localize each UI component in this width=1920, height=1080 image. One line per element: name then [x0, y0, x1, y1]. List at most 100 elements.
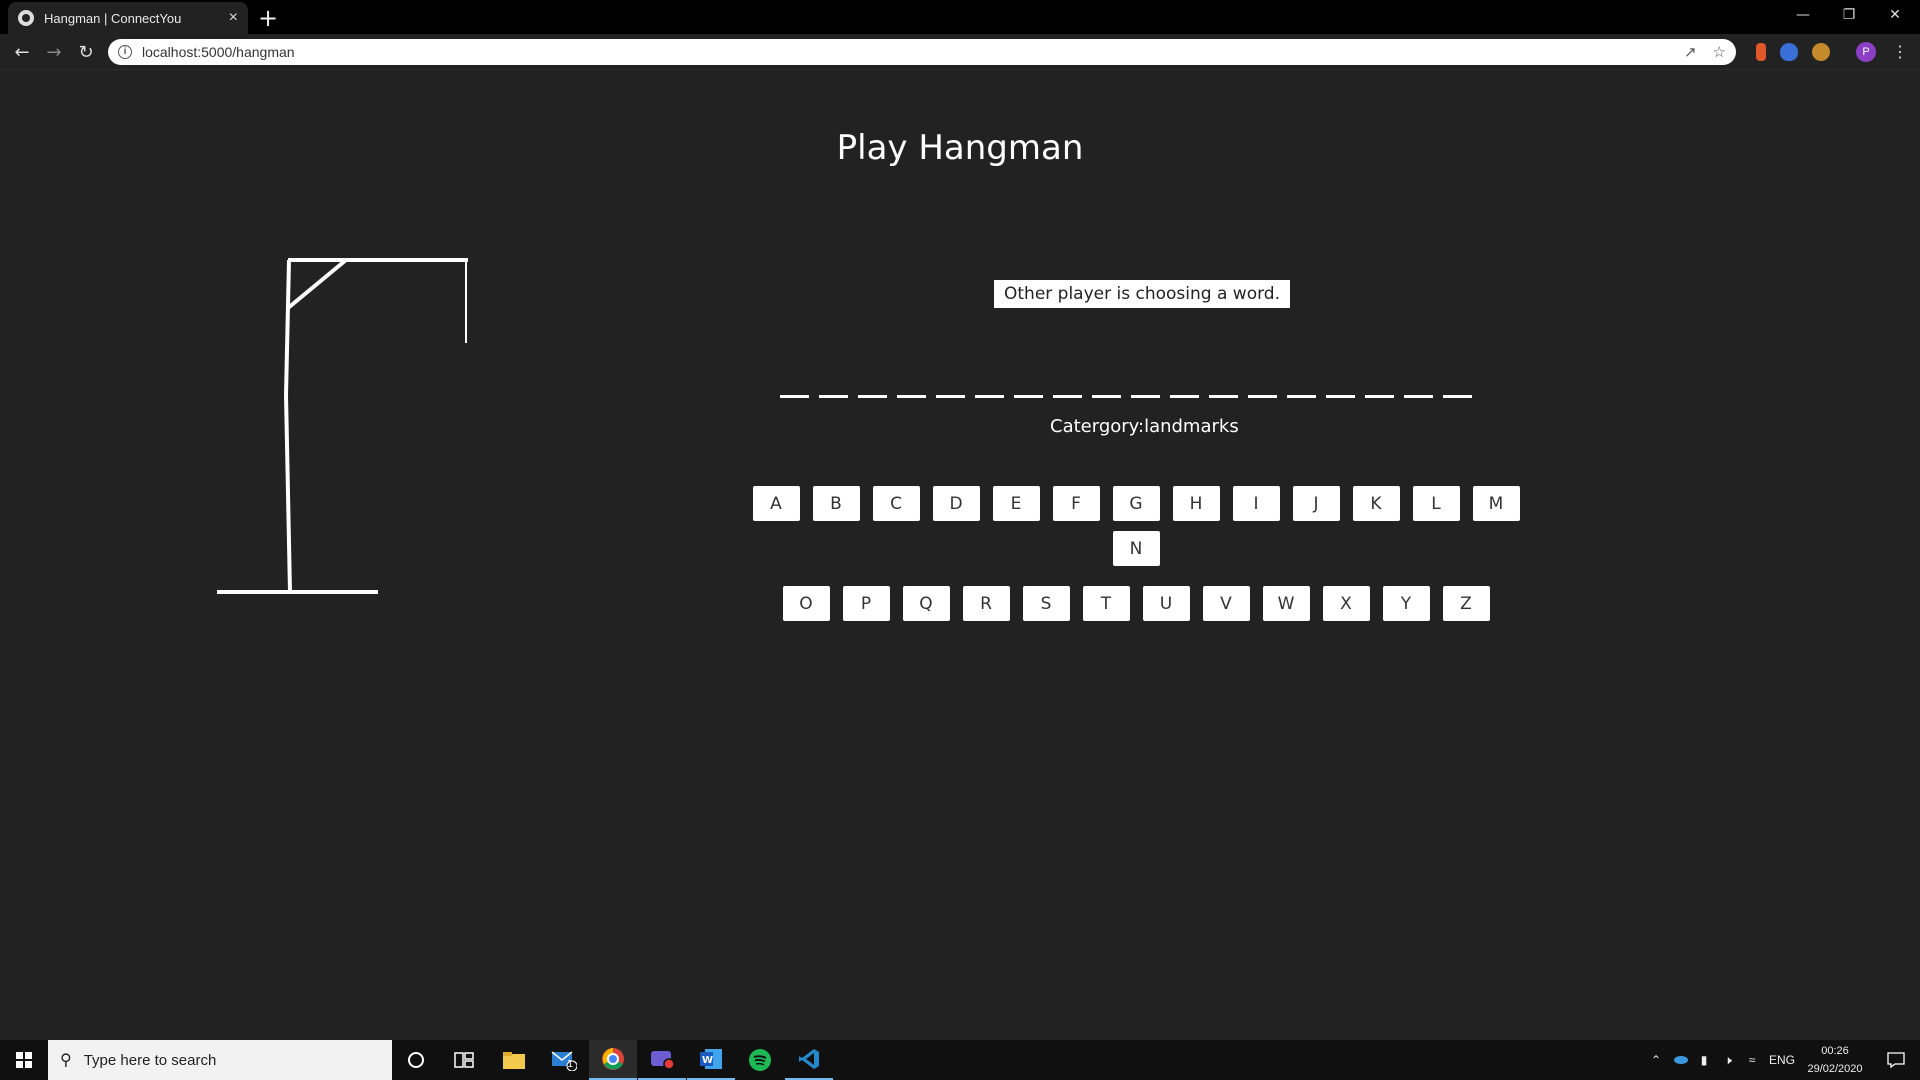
- letter-button-g[interactable]: G: [1112, 486, 1160, 521]
- word-icon[interactable]: W: [687, 1040, 735, 1080]
- letter-blank: [975, 395, 1004, 398]
- gallows-pole-lower: [284, 394, 292, 593]
- file-explorer-icon[interactable]: [490, 1040, 538, 1080]
- letter-keyboard: ABCDEFGHIJKLM N OPQRSTUVWXYZ: [724, 486, 1548, 621]
- wifi-icon[interactable]: ≈: [1740, 1053, 1764, 1067]
- minimize-button[interactable]: —: [1780, 0, 1826, 30]
- letter-button-l[interactable]: L: [1412, 486, 1460, 521]
- letter-blank: [1404, 395, 1433, 398]
- page-title: Play Hangman: [836, 128, 1084, 168]
- letter-button-k[interactable]: K: [1352, 486, 1400, 521]
- letter-button-w[interactable]: W: [1262, 586, 1310, 621]
- url-text: localhost:5000/hangman: [142, 44, 295, 60]
- address-bar[interactable]: i localhost:5000/hangman ↗ ☆: [108, 39, 1736, 65]
- letter-blank: [897, 395, 926, 398]
- letter-button-c[interactable]: C: [872, 486, 920, 521]
- tray-overflow-icon[interactable]: ⌃: [1644, 1053, 1668, 1067]
- letter-button-q[interactable]: Q: [902, 586, 950, 621]
- onedrive-icon[interactable]: [1668, 1053, 1692, 1067]
- letter-button-r[interactable]: R: [962, 586, 1010, 621]
- category-line: Catergory:landmarks: [1050, 416, 1239, 437]
- letter-blank: [1326, 395, 1355, 398]
- task-view-icon[interactable]: [440, 1040, 488, 1080]
- extension-icon-2[interactable]: [1780, 43, 1798, 61]
- letter-button-f[interactable]: F: [1052, 486, 1100, 521]
- letter-blank: [1365, 395, 1394, 398]
- spotify-icon[interactable]: [736, 1040, 784, 1080]
- volume-icon[interactable]: 🕨: [1716, 1053, 1740, 1068]
- letter-button-x[interactable]: X: [1322, 586, 1370, 621]
- category-value: landmarks: [1144, 416, 1239, 437]
- word-blanks: [780, 395, 1472, 398]
- system-tray: ⌃ ▮ 🕨 ≈ ENG: [1644, 1040, 1800, 1080]
- letter-button-b[interactable]: B: [812, 486, 860, 521]
- forward-button[interactable]: →: [42, 40, 66, 64]
- extension-icon-3[interactable]: [1812, 43, 1830, 61]
- letter-blank: [1014, 395, 1043, 398]
- tab-close-button[interactable]: ×: [229, 9, 238, 27]
- svg-text:W: W: [702, 1055, 713, 1066]
- letter-button-t[interactable]: T: [1082, 586, 1130, 621]
- letter-button-u[interactable]: U: [1142, 586, 1190, 621]
- taskbar-search-box[interactable]: ⚲ Type here to search: [48, 1040, 392, 1080]
- category-label: Catergory:: [1050, 416, 1145, 437]
- gallows-pole-upper: [284, 259, 291, 396]
- browser-tab-bar: Hangman | ConnectYou × + — ❐ ✕: [0, 0, 1920, 34]
- browser-toolbar: ← → ↻ i localhost:5000/hangman ↗ ☆ P ⋮: [0, 34, 1920, 70]
- notifications-icon[interactable]: [1872, 1040, 1920, 1080]
- taskbar-clock[interactable]: 00:26 29/02/2020: [1795, 1042, 1875, 1078]
- reload-button[interactable]: ↻: [74, 40, 98, 64]
- vscode-icon[interactable]: [785, 1040, 833, 1080]
- letter-button-a[interactable]: A: [752, 486, 800, 521]
- search-placeholder: Type here to search: [83, 1051, 217, 1069]
- mail-badge: 1: [567, 1059, 574, 1070]
- globe-icon: [18, 10, 34, 26]
- back-button[interactable]: ←: [10, 40, 34, 64]
- letter-blank: [1443, 395, 1472, 398]
- browser-tab[interactable]: Hangman | ConnectYou ×: [8, 2, 248, 34]
- extension-icon-1[interactable]: [1756, 43, 1766, 61]
- letter-button-y[interactable]: Y: [1382, 586, 1430, 621]
- letter-blank: [1248, 395, 1277, 398]
- new-tab-button[interactable]: +: [258, 4, 278, 32]
- gallows-brace: [286, 258, 348, 310]
- status-message: Other player is choosing a word.: [994, 280, 1290, 308]
- windows-start-icon[interactable]: [0, 1040, 48, 1080]
- letter-button-n[interactable]: N: [1112, 531, 1160, 566]
- browser-menu-icon[interactable]: ⋮: [1892, 42, 1908, 61]
- letter-blank: [1053, 395, 1082, 398]
- clock-date: 29/02/2020: [1807, 1063, 1863, 1075]
- info-icon[interactable]: i: [118, 45, 132, 59]
- close-window-button[interactable]: ✕: [1872, 0, 1918, 30]
- letter-button-j[interactable]: J: [1292, 486, 1340, 521]
- open-in-app-icon[interactable]: ↗: [1684, 43, 1697, 61]
- cortana-icon[interactable]: [392, 1040, 440, 1080]
- letter-blank: [1287, 395, 1316, 398]
- chrome-icon[interactable]: [589, 1040, 637, 1080]
- windows-taskbar: ⚲ Type here to search 1 W ⌃ ▮ 🕨 ≈ ENG 00…: [0, 1040, 1920, 1080]
- tab-title: Hangman | ConnectYou: [44, 10, 182, 26]
- letter-blank: [1170, 395, 1199, 398]
- letter-blank: [819, 395, 848, 398]
- letter-button-e[interactable]: E: [992, 486, 1040, 521]
- screen-recorder-icon[interactable]: [638, 1040, 686, 1080]
- restore-button[interactable]: ❐: [1826, 0, 1872, 30]
- letter-blank: [936, 395, 965, 398]
- letter-button-h[interactable]: H: [1172, 486, 1220, 521]
- bookmark-star-icon[interactable]: ☆: [1713, 43, 1726, 61]
- letter-blank: [1209, 395, 1238, 398]
- letter-button-p[interactable]: P: [842, 586, 890, 621]
- mail-icon[interactable]: 1: [540, 1040, 588, 1080]
- letter-button-s[interactable]: S: [1022, 586, 1070, 621]
- profile-avatar[interactable]: P: [1856, 42, 1876, 62]
- letter-blank: [1131, 395, 1160, 398]
- letter-button-i[interactable]: I: [1232, 486, 1280, 521]
- letter-button-m[interactable]: M: [1472, 486, 1520, 521]
- letter-button-v[interactable]: V: [1202, 586, 1250, 621]
- letter-button-o[interactable]: O: [782, 586, 830, 621]
- letter-button-d[interactable]: D: [932, 486, 980, 521]
- battery-icon[interactable]: ▮: [1692, 1053, 1716, 1067]
- letter-blank: [1092, 395, 1121, 398]
- letter-button-z[interactable]: Z: [1442, 586, 1490, 621]
- search-icon: ⚲: [60, 1052, 72, 1069]
